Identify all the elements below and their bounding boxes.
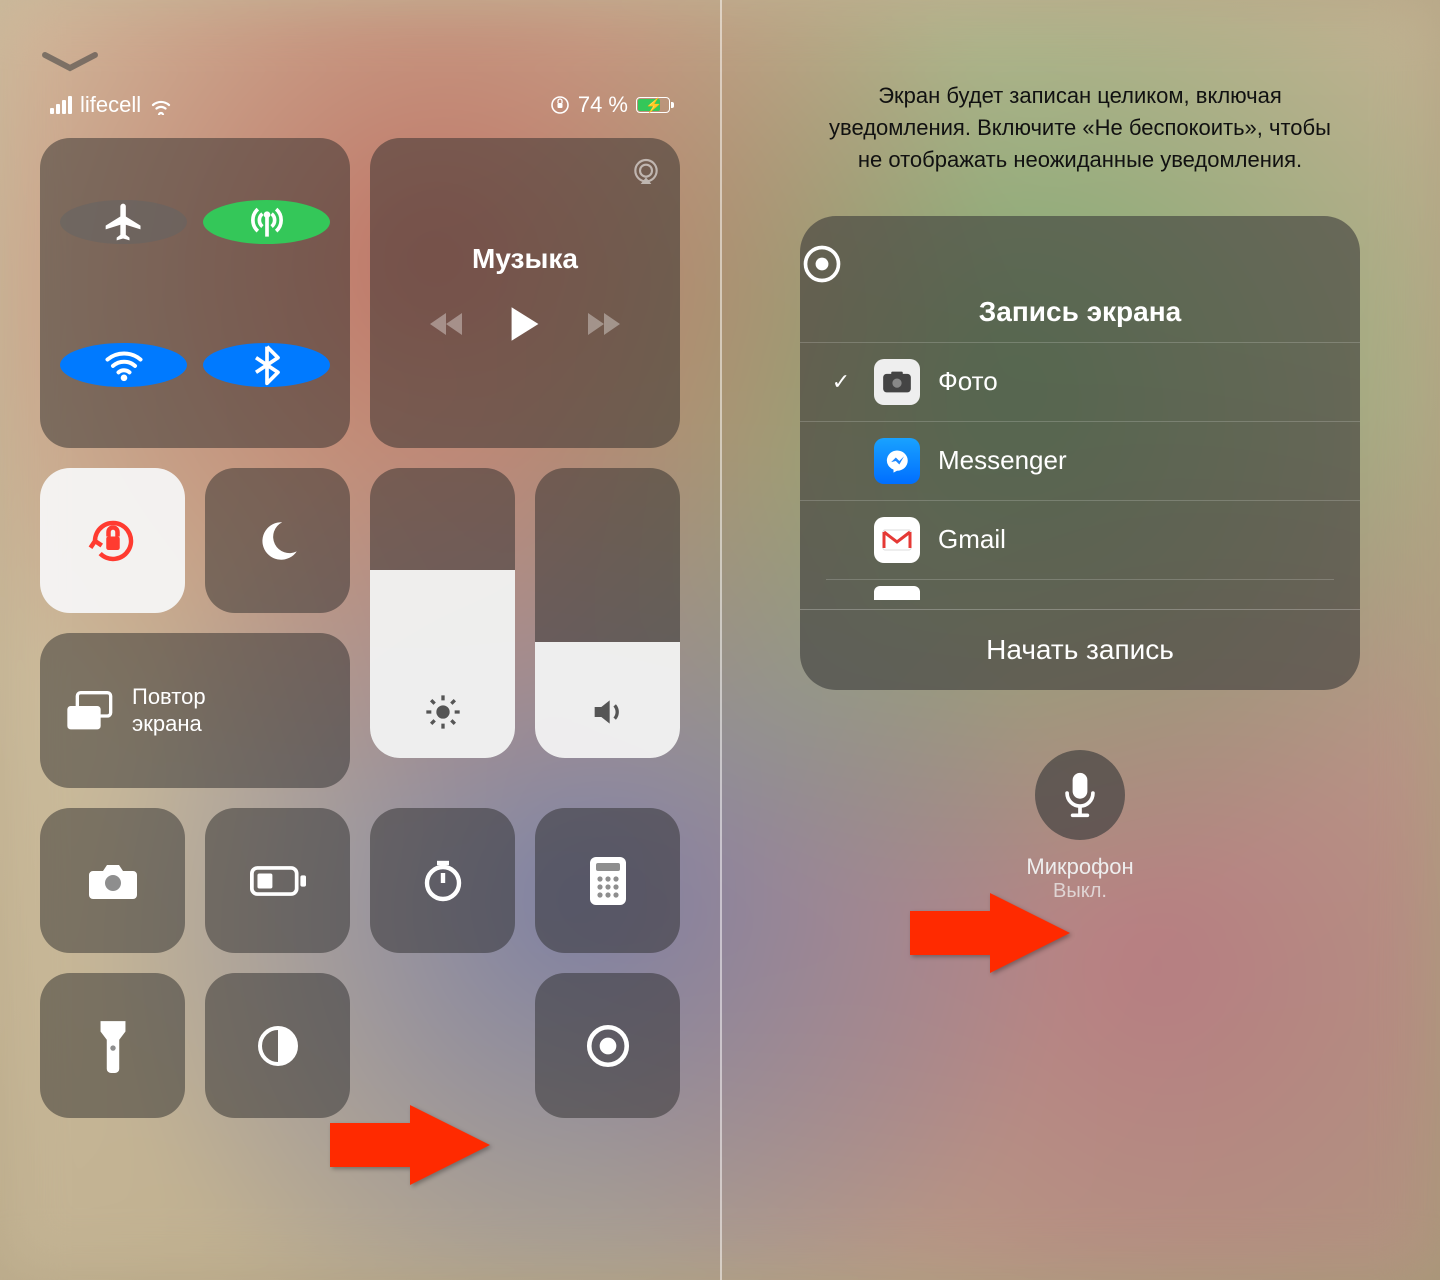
destination-messenger[interactable]: Messenger	[800, 421, 1360, 500]
brightness-slider[interactable]	[370, 468, 515, 758]
low-power-mode-toggle[interactable]	[205, 808, 350, 953]
record-icon	[800, 242, 1360, 286]
camera-icon	[87, 860, 139, 902]
timer-button[interactable]	[370, 808, 515, 953]
music-panel[interactable]: Музыка	[370, 138, 680, 448]
play-button[interactable]	[508, 305, 542, 343]
do-not-disturb-toggle[interactable]	[205, 468, 350, 613]
airplane-icon	[102, 200, 146, 244]
calculator-icon	[588, 855, 628, 907]
chevron-down-icon[interactable]	[40, 30, 680, 84]
orientation-lock-status-icon	[550, 95, 570, 115]
bluetooth-toggle[interactable]	[203, 343, 330, 387]
status-bar: lifecell 74 % ⚡	[40, 84, 680, 138]
battery-icon: ⚡	[636, 97, 670, 113]
destination-label: Gmail	[938, 524, 1006, 555]
screen-recording-sheet: Запись экрана ✓ Фото Messenger	[800, 216, 1360, 690]
microphone-state: Выкл.	[760, 880, 1400, 903]
screen-recording-sheet-pane: Экран будет записан целиком, включая уве…	[720, 0, 1440, 1280]
antenna-icon	[245, 200, 289, 244]
music-title: Музыка	[472, 243, 578, 275]
control-center-pane: lifecell 74 % ⚡	[0, 0, 720, 1280]
orientation-lock-icon	[86, 514, 140, 568]
destination-label: Messenger	[938, 445, 1067, 476]
sheet-title: Запись экрана	[800, 296, 1360, 328]
checkmark-icon: ✓	[826, 369, 856, 395]
orientation-lock-toggle[interactable]	[40, 468, 185, 613]
brightness-icon	[423, 692, 463, 732]
destination-gmail[interactable]: Gmail	[800, 500, 1360, 579]
destination-photos[interactable]: ✓ Фото	[800, 342, 1360, 421]
control-center-grid: Музыка	[40, 138, 680, 1118]
destination-partial-row	[826, 579, 1334, 599]
screen-mirroring-icon	[64, 689, 114, 733]
photos-app-icon	[874, 359, 920, 405]
cellular-data-toggle[interactable]	[203, 200, 330, 244]
annotation-arrow-icon	[990, 893, 1070, 973]
volume-icon	[588, 692, 628, 732]
connectivity-panel[interactable]	[40, 138, 350, 448]
destination-label: Фото	[938, 366, 998, 397]
destination-list: ✓ Фото Messenger Gmail	[800, 342, 1360, 599]
timer-icon	[419, 857, 467, 905]
flashlight-button[interactable]	[40, 973, 185, 1118]
rewind-button[interactable]	[428, 309, 468, 339]
battery-icon	[250, 866, 306, 896]
forward-button[interactable]	[582, 309, 622, 339]
moon-icon	[253, 516, 303, 566]
half-circle-icon	[254, 1022, 302, 1070]
start-recording-button[interactable]: Начать запись	[800, 609, 1360, 690]
camera-button[interactable]	[40, 808, 185, 953]
microphone-icon	[1060, 771, 1100, 819]
calculator-button[interactable]	[535, 808, 680, 953]
messenger-app-icon	[874, 438, 920, 484]
flashlight-icon	[96, 1019, 130, 1073]
wifi-icon	[149, 95, 173, 115]
microphone-toggle[interactable]	[1035, 750, 1125, 840]
battery-percent: 74 %	[578, 92, 628, 118]
wifi-toggle[interactable]	[60, 343, 187, 387]
airplane-mode-toggle[interactable]	[60, 200, 187, 244]
annotation-arrow-icon	[410, 1105, 490, 1185]
wifi-icon	[102, 343, 146, 387]
screen-mirroring-label: Повтор экрана	[132, 684, 206, 737]
record-icon	[583, 1021, 633, 1071]
bluetooth-icon	[245, 343, 289, 387]
screen-mirroring-button[interactable]: Повтор экрана	[40, 633, 350, 788]
pane-divider	[720, 0, 722, 1280]
screen-record-button[interactable]	[535, 973, 680, 1118]
cell-signal-icon	[50, 96, 72, 114]
carrier-label: lifecell	[80, 92, 141, 118]
gmail-app-icon	[874, 517, 920, 563]
airplay-icon[interactable]	[630, 156, 662, 188]
volume-slider[interactable]	[535, 468, 680, 758]
dark-mode-toggle[interactable]	[205, 973, 350, 1118]
recording-notice: Экран будет записан целиком, включая уве…	[760, 30, 1400, 206]
microphone-label: Микрофон	[760, 854, 1400, 880]
